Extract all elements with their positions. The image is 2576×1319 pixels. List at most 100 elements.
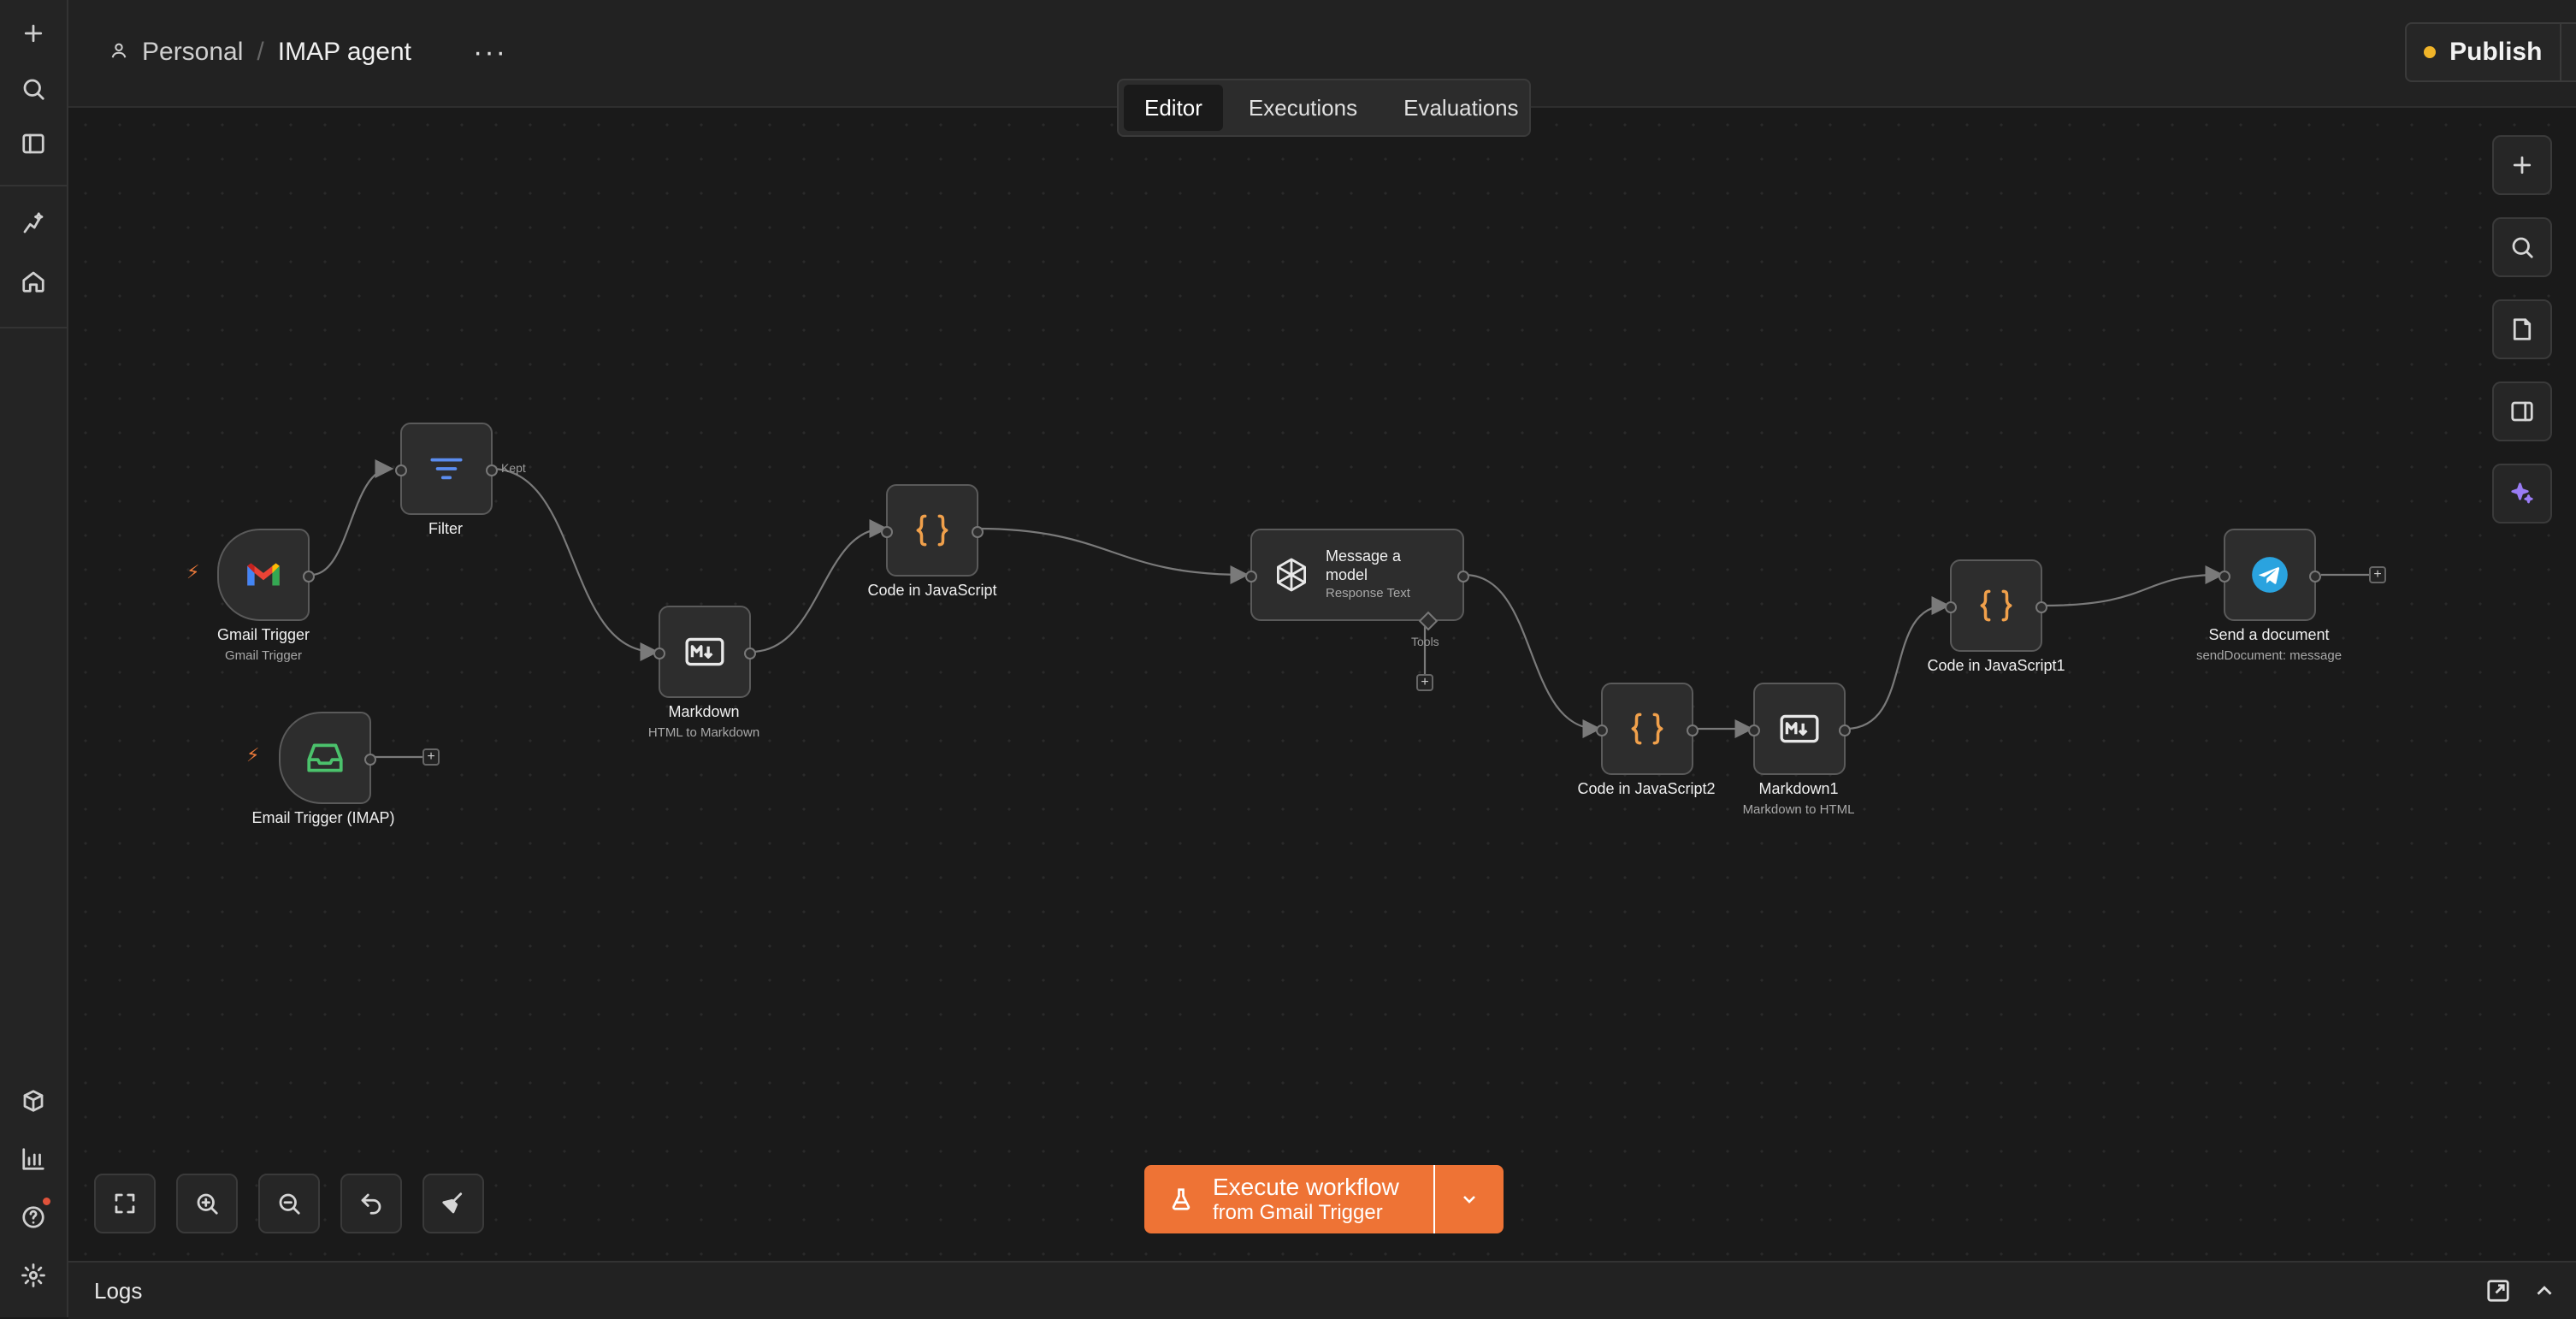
input-handle[interactable] <box>1748 725 1760 736</box>
input-handle[interactable] <box>881 526 893 538</box>
sticky-note-icon <box>2513 318 2532 340</box>
sparkle-nodes-icon[interactable] <box>12 202 55 245</box>
node-code-javascript[interactable] <box>881 484 984 577</box>
node-label: Gmail Trigger <box>216 626 310 643</box>
settings-icon[interactable] <box>12 1254 55 1297</box>
node-label: Code in JavaScript2 <box>1577 780 1716 797</box>
input-handle[interactable] <box>2219 571 2230 583</box>
workflow-title[interactable]: IMAP agent <box>278 38 411 67</box>
node-send-document[interactable] <box>2219 529 2321 621</box>
zoom-in-icon <box>197 1193 218 1215</box>
output-handle[interactable] <box>2035 601 2047 613</box>
code-braces-icon <box>1631 713 1663 745</box>
sticky-note-button[interactable] <box>2492 299 2552 359</box>
output-handle[interactable] <box>972 526 984 538</box>
node-subtitle: sendDocument: message <box>2195 648 2343 663</box>
flask-icon <box>1172 1188 1191 1210</box>
search-icon <box>2512 237 2533 258</box>
node-label: Send a document <box>2208 626 2330 643</box>
chevron-up-icon[interactable] <box>2532 1278 2557 1304</box>
notification-dot <box>43 1198 50 1205</box>
zoom-out-icon <box>279 1193 300 1215</box>
node-label: Code in JavaScript <box>867 582 997 599</box>
input-handle[interactable] <box>1245 571 1257 583</box>
insights-chart-icon[interactable] <box>12 1138 55 1180</box>
node-filter[interactable] <box>395 423 498 515</box>
publish-status-dot <box>2424 46 2437 58</box>
output-label-kept: Kept <box>501 461 526 475</box>
code-braces-icon <box>916 514 948 547</box>
node-gmail-trigger[interactable] <box>217 529 315 621</box>
node-code-javascript1[interactable] <box>1945 559 2047 652</box>
node-label: Markdown <box>668 703 740 720</box>
output-handle[interactable] <box>486 464 498 476</box>
undo-button[interactable] <box>340 1174 402 1233</box>
ai-assistant-button[interactable] <box>2492 464 2552 523</box>
node-message-model[interactable]: Message a model Response Text <box>1245 529 1469 631</box>
node-label: Email Trigger (IMAP) <box>251 809 395 826</box>
openai-icon <box>1277 558 1306 592</box>
more-options-icon[interactable]: ··· <box>470 33 510 72</box>
output-handle[interactable] <box>1839 725 1851 736</box>
markdown-icon <box>685 637 724 666</box>
left-sidebar <box>0 0 68 1317</box>
input-handle[interactable] <box>1596 725 1608 736</box>
tab-executions[interactable]: Executions <box>1228 85 1378 131</box>
node-label: Markdown1 <box>1758 780 1839 797</box>
add-node-toolbar-button[interactable] <box>2492 135 2552 195</box>
packages-icon[interactable] <box>12 1079 55 1122</box>
panel-toggle-button[interactable] <box>2492 382 2552 441</box>
publish-button[interactable]: Publish <box>2407 24 2560 80</box>
input-handle[interactable] <box>395 464 407 476</box>
output-handle[interactable] <box>1687 725 1699 736</box>
tab-evaluations[interactable]: Evaluations <box>1383 85 1539 131</box>
telegram-icon <box>2252 557 2288 593</box>
input-handle[interactable] <box>1945 601 1957 613</box>
output-handle[interactable] <box>303 571 315 583</box>
sidebar-divider <box>0 185 67 186</box>
home-icon[interactable] <box>12 260 55 303</box>
broom-icon <box>442 1192 463 1214</box>
fullscreen-icon <box>115 1193 135 1214</box>
tools-label: Tools <box>1411 635 1439 648</box>
plus-icon <box>2513 156 2532 174</box>
node-subtitle: Response Text <box>1326 586 1410 600</box>
output-handle[interactable] <box>364 754 376 766</box>
workflow-canvas[interactable] <box>68 108 2576 1261</box>
add-node-button[interactable]: + <box>422 748 440 766</box>
node-subtitle: HTML to Markdown <box>647 725 760 740</box>
output-handle[interactable] <box>1457 571 1469 583</box>
view-tabs: Editor Executions Evaluations <box>1117 79 1531 137</box>
chevron-down-icon <box>1463 1196 1475 1204</box>
node-markdown1[interactable] <box>1748 683 1851 775</box>
node-markdown[interactable] <box>653 606 756 698</box>
pop-out-icon[interactable] <box>2485 1278 2511 1304</box>
breadcrumb-personal[interactable]: Personal <box>142 38 243 67</box>
publish-dropdown-button[interactable] <box>2559 24 2576 80</box>
output-handle[interactable] <box>2309 571 2321 583</box>
plus-icon[interactable] <box>12 12 55 55</box>
zoom-in-button[interactable] <box>176 1174 238 1233</box>
sidebar-toggle-icon[interactable] <box>12 122 55 165</box>
input-handle[interactable] <box>653 648 665 660</box>
sidebar-divider <box>0 327 67 328</box>
inbox-icon <box>307 743 343 772</box>
fit-view-button[interactable] <box>94 1174 156 1233</box>
search-nodes-button[interactable] <box>2492 217 2552 277</box>
trigger-bolt-icon: ⚡ <box>246 744 260 766</box>
logs-label: Logs <box>94 1278 143 1304</box>
zoom-out-button[interactable] <box>258 1174 320 1233</box>
execute-workflow-button[interactable]: Execute workflow from Gmail Trigger <box>1144 1165 1433 1233</box>
node-email-trigger-imap[interactable] <box>279 712 376 804</box>
tab-editor[interactable]: Editor <box>1124 85 1223 131</box>
gmail-icon <box>247 563 280 586</box>
search-icon[interactable] <box>12 68 55 110</box>
add-node-button[interactable]: + <box>2369 566 2386 583</box>
logs-panel-bar[interactable]: Logs <box>68 1261 2576 1319</box>
output-handle[interactable] <box>744 648 756 660</box>
tidy-up-button[interactable] <box>422 1174 484 1233</box>
node-subtitle: Markdown to HTML <box>1742 802 1855 817</box>
execute-dropdown-button[interactable] <box>1433 1165 1504 1233</box>
node-code-javascript2[interactable] <box>1596 683 1699 775</box>
add-tool-button[interactable]: + <box>1416 674 1433 691</box>
